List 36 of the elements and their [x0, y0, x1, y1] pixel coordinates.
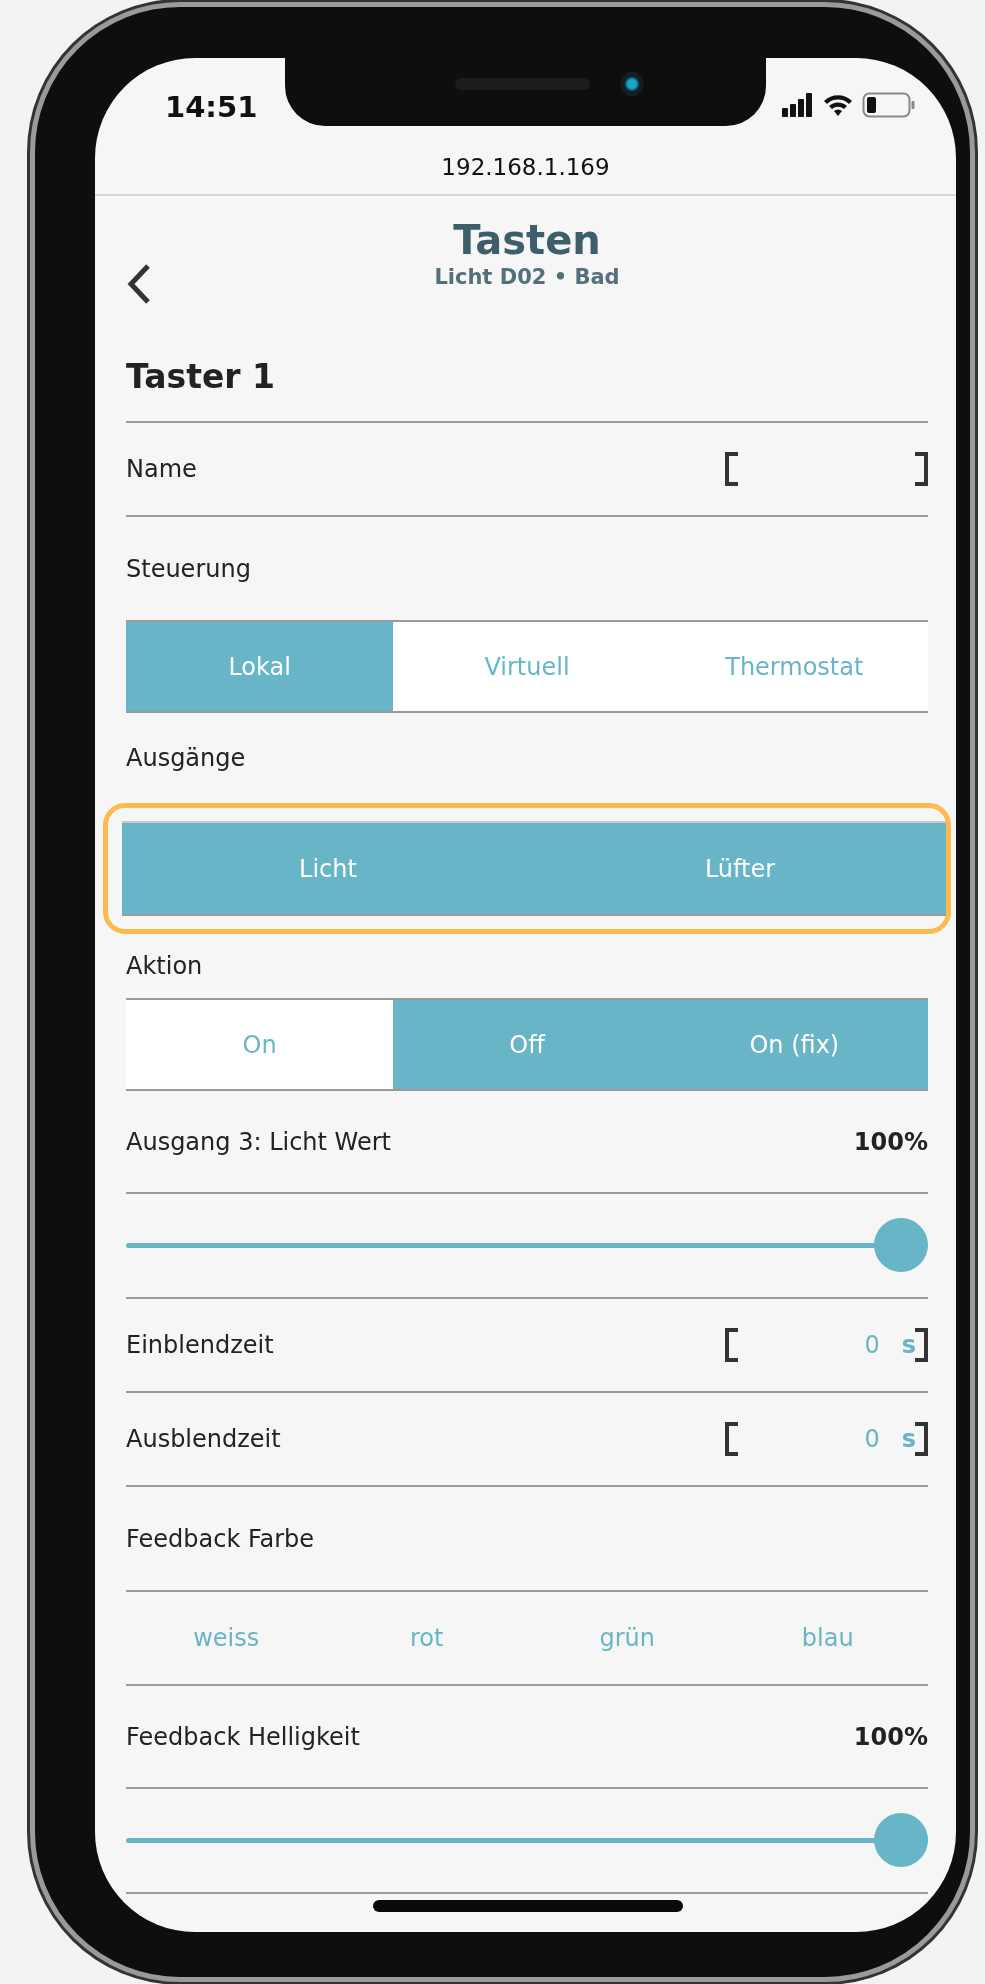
- slider-thumb[interactable]: [874, 1813, 928, 1867]
- status-time: 14:51: [165, 89, 258, 126]
- section-label: Steuerung: [126, 553, 251, 585]
- segment-tab[interactable]: Virtuell: [393, 622, 661, 711]
- color-option[interactable]: rot: [326, 1620, 527, 1656]
- field-label: Ausblendzeit: [126, 1424, 281, 1455]
- input-field[interactable]: 0 s: [725, 1328, 928, 1362]
- segment-tab[interactable]: Off: [393, 1000, 661, 1089]
- input-field[interactable]: 0 s: [725, 1422, 928, 1456]
- battery-icon: [862, 92, 916, 118]
- section-title: Taster 1: [126, 330, 928, 423]
- segment-tab[interactable]: Licht: [122, 823, 534, 914]
- segment-tab[interactable]: On: [126, 1000, 394, 1089]
- signal-icon: [782, 93, 814, 117]
- slider-thumb[interactable]: [874, 1218, 928, 1272]
- field-label: Name: [126, 454, 197, 485]
- value-reading: 100%: [853, 1126, 928, 1158]
- color-option[interactable]: weiss: [126, 1620, 327, 1656]
- section-label: Ausgänge: [126, 743, 246, 774]
- url-text: 192.168.1.169: [441, 153, 610, 183]
- color-option[interactable]: blau: [727, 1620, 928, 1656]
- section-label: Aktion: [126, 951, 203, 982]
- segment-tab[interactable]: On (fix): [660, 1000, 928, 1089]
- page-subtitle: Licht D02 • Bad: [434, 265, 620, 289]
- value-reading: 100%: [853, 1721, 928, 1753]
- setting-label: Ausgang 3: Licht Wert: [126, 1126, 391, 1158]
- section-label: Feedback Farbe: [126, 1523, 315, 1555]
- color-option[interactable]: grün: [527, 1620, 728, 1656]
- segment-tab[interactable]: Lokal: [126, 622, 394, 711]
- back-chevron-icon[interactable]: [126, 263, 152, 305]
- page-title: Tasten: [453, 217, 601, 263]
- setting-label: Feedback Helligkeit: [126, 1721, 360, 1753]
- segment-tab[interactable]: Thermostat: [660, 622, 928, 711]
- wifi-icon: [822, 93, 854, 117]
- field-label: Einblendzeit: [126, 1330, 274, 1361]
- segment-tab[interactable]: Lüfter: [534, 823, 946, 914]
